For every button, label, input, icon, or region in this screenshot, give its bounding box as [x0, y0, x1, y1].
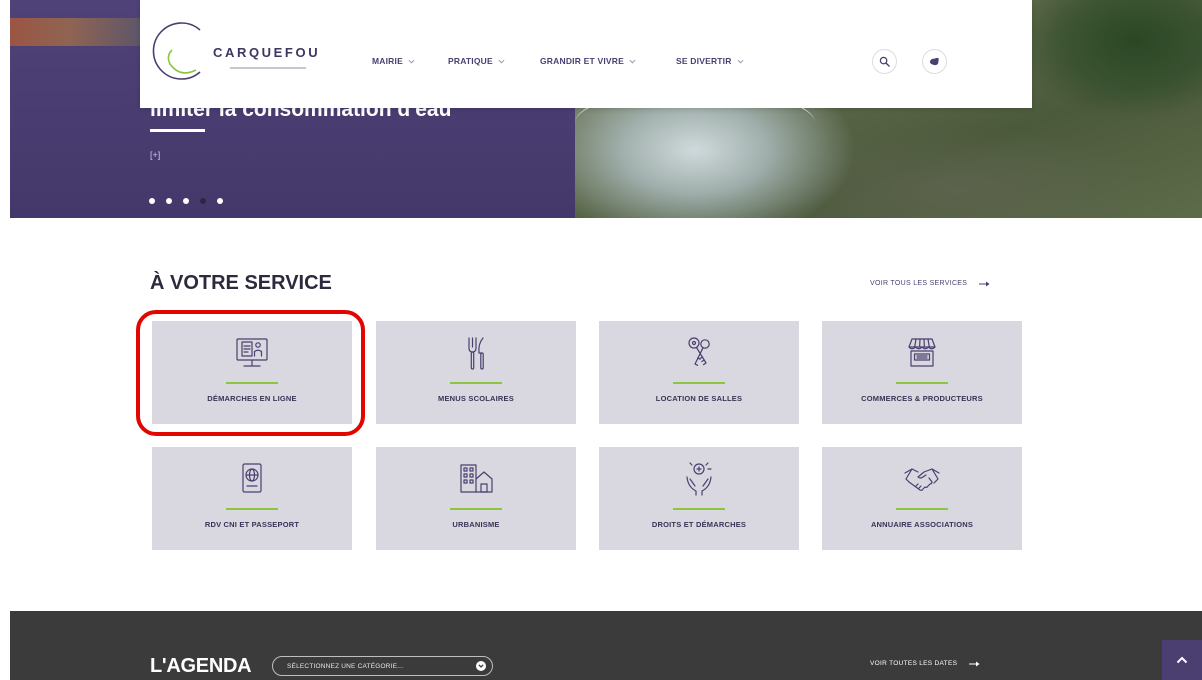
card-label: RDV CNI ET PASSEPORT	[204, 520, 300, 529]
carousel-dot[interactable]	[149, 198, 155, 204]
category-select[interactable]: SÉLECTIONNEZ UNE CATÉGORIE...	[272, 656, 493, 676]
see-all-label: VOIR TOUS LES SERVICES	[870, 280, 968, 287]
nav-item-se-divertir[interactable]: SE DIVERTIR	[676, 56, 744, 66]
carquefou-logo-icon[interactable]	[150, 20, 210, 82]
service-card-rdv-cni-passeport[interactable]: RDV CNI ET PASSEPORT	[152, 447, 352, 550]
service-card-urbanisme[interactable]: URBANISME	[376, 447, 576, 550]
chevron-down-icon	[408, 59, 415, 64]
hero-image-strip	[10, 18, 142, 46]
highlight-box	[136, 310, 365, 436]
carousel-dot[interactable]	[166, 198, 172, 204]
chevron-down-icon	[478, 664, 484, 668]
see-all-services-link[interactable]: VOIR TOUS LES SERVICES	[870, 280, 990, 287]
card-label: ANNUAIRE ASSOCIATIONS	[870, 520, 974, 529]
storefront-icon	[908, 338, 936, 367]
accessibility-button[interactable]	[922, 49, 947, 74]
scroll-to-top-button[interactable]	[1162, 640, 1202, 680]
carousel-dot[interactable]	[217, 198, 223, 204]
category-select-value: SÉLECTIONNEZ UNE CATÉGORIE...	[287, 662, 404, 670]
card-divider	[226, 508, 278, 510]
logo-tagline	[230, 67, 306, 69]
carousel-dots	[149, 198, 223, 204]
nav-item-label: MAIRIE	[372, 56, 403, 66]
agenda-section: L'AGENDA SÉLECTIONNEZ UNE CATÉGORIE... V…	[10, 611, 1202, 680]
select-toggle[interactable]	[476, 661, 486, 671]
handshake-icon	[904, 468, 940, 491]
card-label: DROITS ET DÉMARCHES	[651, 520, 747, 529]
chevron-up-icon	[1176, 656, 1188, 664]
search-icon	[879, 56, 890, 67]
arrow-right-icon	[979, 281, 990, 286]
site-header: CARQUEFOU MAIRIE PRATIQUE GRANDIR ET VIV…	[140, 0, 1032, 108]
service-card-location-de-salles[interactable]: LOCATION DE SALLES	[599, 321, 799, 424]
card-label: MENUS SCOLAIRES	[438, 394, 514, 403]
search-button[interactable]	[872, 49, 897, 74]
carousel-dot[interactable]	[200, 198, 206, 204]
service-card-droits-demarches[interactable]: DROITS ET DÉMARCHES	[599, 447, 799, 550]
card-divider	[896, 508, 948, 510]
card-divider	[450, 382, 502, 384]
chevron-down-icon	[629, 59, 636, 64]
card-label: URBANISME	[452, 520, 500, 529]
service-card-commerces-producteurs[interactable]: COMMERCES & PRODUCTEURS	[822, 321, 1022, 424]
card-divider	[673, 382, 725, 384]
service-card-menus-scolaires[interactable]: MENUS SCOLAIRES	[376, 321, 576, 424]
hands-icon	[686, 462, 712, 496]
nav-item-label: SE DIVERTIR	[676, 56, 732, 66]
arrow-right-icon	[969, 661, 980, 666]
section-title: À VOTRE SERVICE	[150, 272, 332, 294]
hand-icon	[929, 57, 939, 66]
cutlery-icon	[468, 337, 484, 370]
service-card-annuaire-associations[interactable]: ANNUAIRE ASSOCIATIONS	[822, 447, 1022, 550]
keys-icon	[688, 337, 710, 366]
see-all-dates-label: VOIR TOUTES LES DATES	[870, 660, 958, 667]
card-label: COMMERCES & PRODUCTEURS	[861, 394, 983, 403]
nav-item-pratique[interactable]: PRATIQUE	[448, 56, 505, 66]
nav-item-label: GRANDIR ET VIVRE	[540, 56, 624, 66]
nav-item-label: PRATIQUE	[448, 56, 493, 66]
nav-item-grandir-et-vivre[interactable]: GRANDIR ET VIVRE	[540, 56, 636, 66]
logo-text[interactable]: CARQUEFOU	[213, 45, 320, 60]
hero-more-link[interactable]: [+]	[150, 150, 160, 160]
card-divider	[896, 382, 948, 384]
hero-title-underline	[150, 129, 205, 132]
card-label: LOCATION DE SALLES	[655, 394, 743, 403]
agenda-title: L'AGENDA	[150, 655, 252, 677]
chevron-down-icon	[737, 59, 744, 64]
see-all-dates-link[interactable]: VOIR TOUTES LES DATES	[870, 660, 980, 667]
chevron-down-icon	[498, 59, 505, 64]
nav-item-mairie[interactable]: MAIRIE	[372, 56, 415, 66]
buildings-icon	[460, 464, 493, 493]
passport-icon	[242, 463, 262, 493]
card-divider	[450, 508, 502, 510]
carousel-dot[interactable]	[183, 198, 189, 204]
card-divider	[673, 508, 725, 510]
